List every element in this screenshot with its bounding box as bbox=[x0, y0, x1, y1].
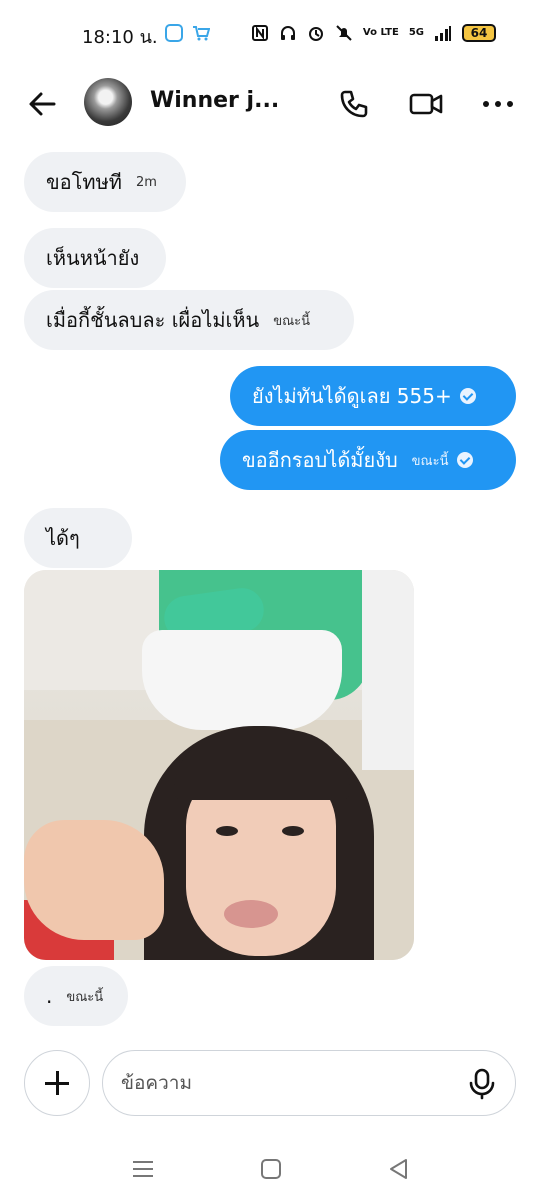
message-time: ขณะนี้ bbox=[273, 313, 311, 329]
headphones-icon bbox=[279, 24, 297, 42]
recent-apps-button[interactable] bbox=[130, 1156, 156, 1182]
app-notification-icon bbox=[165, 24, 183, 42]
back-button[interactable] bbox=[24, 86, 60, 122]
photo-cabinet bbox=[362, 570, 414, 770]
contact-name[interactable]: Winner j... bbox=[150, 88, 279, 113]
voice-message-button[interactable] bbox=[467, 1068, 497, 1100]
message-text: . bbox=[46, 984, 53, 1008]
photo-lips bbox=[224, 900, 278, 928]
square-home-icon bbox=[261, 1159, 281, 1179]
chat-screen: 18:10 น. Vo LTE 5G 64 Winner j... ขอโทษท… bbox=[0, 0, 540, 1200]
nfc-icon bbox=[251, 24, 269, 42]
message-text: ได้ๆ bbox=[46, 526, 80, 550]
message-time: 2m bbox=[135, 174, 157, 190]
read-check-icon bbox=[456, 452, 473, 468]
system-back-button[interactable] bbox=[386, 1156, 412, 1182]
video-call-button[interactable] bbox=[408, 86, 444, 122]
add-attachment-button[interactable] bbox=[24, 1050, 90, 1116]
photo-eye bbox=[282, 826, 304, 836]
message-text: เห็นหน้ายัง bbox=[46, 246, 140, 270]
message-bubble-outgoing[interactable]: ขออีกรอบได้มั้ยงับ ขณะนี้ bbox=[220, 430, 516, 490]
status-bar: 18:10 น. Vo LTE 5G 64 bbox=[0, 0, 540, 70]
call-button[interactable] bbox=[336, 86, 372, 122]
photo-message[interactable] bbox=[24, 570, 414, 960]
status-icons: Vo LTE 5G 64 bbox=[251, 24, 496, 42]
chat-header: Winner j... bbox=[0, 70, 540, 136]
message-time: ขณะนี้ bbox=[411, 453, 449, 469]
message-text: ขออีกรอบได้มั้ยงับ bbox=[242, 448, 398, 472]
microphone-icon bbox=[469, 1068, 495, 1100]
read-check-icon bbox=[459, 388, 476, 404]
message-bubble-incoming[interactable]: เห็นหน้ายัง bbox=[24, 228, 166, 288]
photo-peace-sign-hand bbox=[24, 820, 164, 940]
message-bubble-incoming[interactable]: ได้ๆ bbox=[24, 508, 132, 568]
triangle-back-icon bbox=[390, 1159, 407, 1179]
photo-chair-seat bbox=[142, 630, 342, 730]
volte-indicator: Vo LTE bbox=[362, 27, 399, 38]
network-type: 5G bbox=[408, 27, 424, 38]
mute-bell-icon bbox=[335, 24, 353, 42]
message-text: ขอโทษที bbox=[46, 170, 122, 194]
message-bubble-incoming[interactable]: เมื่อกี้ชั้นลบละ เผื่อไม่เห็น ขณะนี้ bbox=[24, 290, 354, 350]
video-camera-icon bbox=[409, 93, 443, 115]
avatar[interactable] bbox=[84, 78, 132, 126]
message-bubble-outgoing[interactable]: ยังไม่ทันได้ดูเลย 555+ bbox=[230, 366, 516, 426]
message-text: ยังไม่ทันได้ดูเลย 555+ bbox=[252, 384, 452, 408]
photo-eye bbox=[216, 826, 238, 836]
more-dots-icon bbox=[483, 101, 513, 107]
message-composer[interactable] bbox=[102, 1050, 516, 1116]
message-bubble-incoming[interactable]: . ขณะนี้ bbox=[24, 966, 128, 1026]
more-options-button[interactable] bbox=[480, 86, 516, 122]
signal-icon bbox=[434, 24, 452, 42]
message-input[interactable] bbox=[121, 1072, 441, 1094]
message-text: เมื่อกี้ชั้นลบละ เผื่อไม่เห็น bbox=[46, 308, 260, 332]
battery-indicator: 64 bbox=[462, 24, 496, 42]
alarm-icon bbox=[307, 24, 325, 42]
back-arrow-icon bbox=[29, 92, 56, 116]
status-time: 18:10 น. bbox=[82, 27, 158, 48]
system-navigation-bar bbox=[0, 1140, 540, 1200]
phone-icon bbox=[340, 90, 368, 118]
photo-bangs bbox=[174, 730, 350, 800]
message-bubble-incoming[interactable]: ขอโทษที 2m bbox=[24, 152, 186, 212]
menu-lines-icon bbox=[133, 1161, 153, 1177]
message-time: ขณะนี้ bbox=[66, 989, 104, 1005]
battery-level: 64 bbox=[470, 26, 488, 40]
home-button[interactable] bbox=[258, 1156, 284, 1182]
shopping-cart-notification-icon bbox=[192, 24, 211, 42]
